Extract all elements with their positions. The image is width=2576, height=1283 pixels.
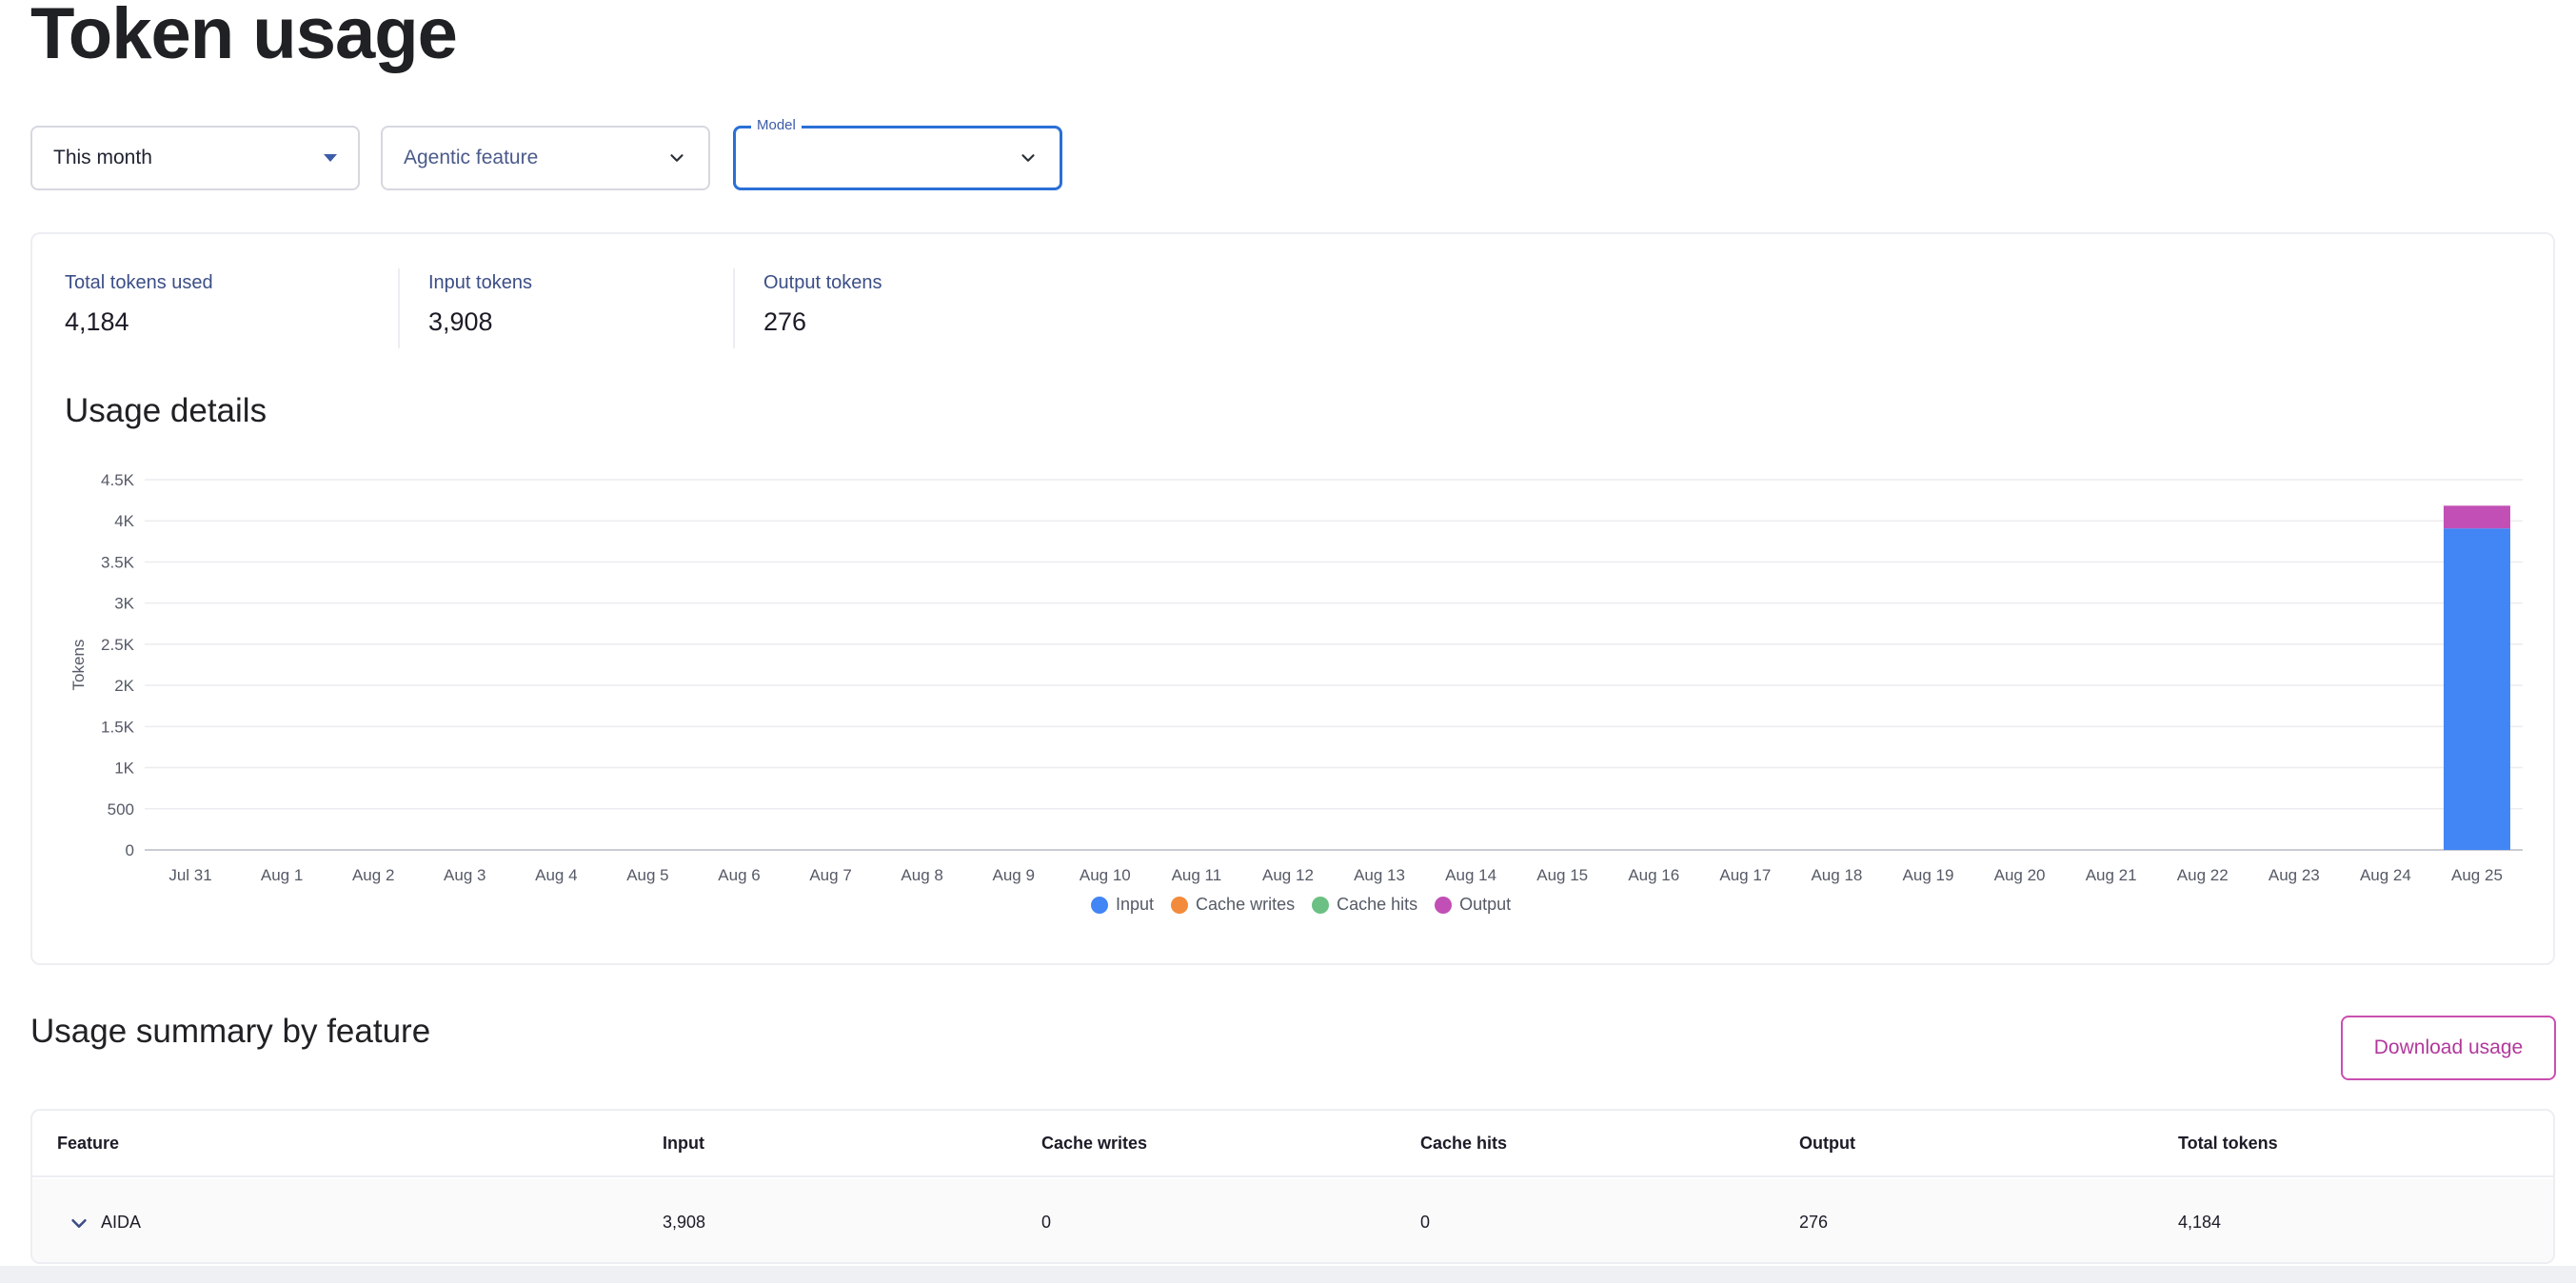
chart-legend: Input Cache writes Cache hits Output — [1091, 895, 1511, 915]
feature-name: AIDA — [101, 1213, 142, 1232]
y-axis-label: Tokens — [69, 640, 88, 691]
x-tick-label: Aug 23 — [2269, 866, 2320, 884]
legend-swatch — [1171, 896, 1189, 914]
x-tick-label: Aug 17 — [1719, 866, 1771, 884]
x-tick-label: Aug 7 — [809, 866, 851, 884]
legend-label: Output — [1459, 895, 1512, 914]
legend-label: Cache hits — [1337, 895, 1418, 914]
download-usage-button[interactable]: Download usage — [2341, 1016, 2556, 1080]
usage-summary-table: Feature Input Cache writes Cache hits Ou… — [30, 1109, 2555, 1264]
legend-swatch — [1435, 896, 1453, 914]
x-tick-label: Jul 31 — [168, 866, 211, 884]
x-tick-label: Aug 20 — [1994, 866, 2046, 884]
feature-cell: AIDA — [69, 1179, 142, 1262]
x-tick-label: Aug 8 — [901, 866, 942, 884]
x-tick-label: Aug 24 — [2360, 866, 2411, 884]
bar-segment — [2443, 528, 2510, 850]
legend-label: Input — [1116, 895, 1155, 914]
y-tick-label: 1K — [114, 760, 134, 778]
x-tick-label: Aug 13 — [1354, 866, 1405, 884]
column-header-total-tokens: Total tokens — [2178, 1133, 2278, 1153]
column-header-cache-hits: Cache hits — [1420, 1133, 1508, 1153]
column-header-feature: Feature — [57, 1133, 120, 1153]
cache-writes-cell: 0 — [1041, 1213, 1052, 1232]
cache-hits-cell: 0 — [1420, 1213, 1431, 1232]
x-tick-label: Aug 21 — [2086, 866, 2137, 884]
bar-segment — [2443, 505, 2510, 529]
x-tick-label: Aug 12 — [1262, 866, 1314, 884]
legend-item-output[interactable]: Output — [1435, 895, 1511, 915]
table-header: Feature Input Cache writes Cache hits Ou… — [32, 1111, 2553, 1177]
x-tick-label: Aug 16 — [1628, 866, 1679, 884]
x-tick-label: Aug 3 — [444, 866, 485, 884]
y-tick-label: 4.5K — [101, 471, 135, 489]
usage-summary-title: Usage summary by feature — [30, 1013, 431, 1050]
y-tick-label: 0 — [126, 841, 134, 859]
x-tick-label: Aug 6 — [718, 866, 760, 884]
y-tick-label: 2K — [114, 677, 134, 695]
bottom-scroll-edge — [0, 1266, 2576, 1283]
column-header-input: Input — [663, 1133, 704, 1153]
x-tick-label: Aug 18 — [1811, 866, 1862, 884]
y-tick-label: 3K — [114, 595, 134, 613]
legend-label: Cache writes — [1196, 895, 1296, 914]
total-tokens-cell: 4,184 — [2178, 1213, 2222, 1232]
column-header-output: Output — [1799, 1133, 1855, 1153]
chevron-down-icon[interactable] — [69, 1213, 89, 1234]
x-tick-label: Aug 15 — [1536, 866, 1588, 884]
x-tick-label: Aug 22 — [2177, 866, 2229, 884]
legend-swatch — [1312, 896, 1330, 914]
column-header-cache-writes: Cache writes — [1041, 1133, 1148, 1153]
x-tick-label: Aug 11 — [1172, 866, 1222, 884]
x-tick-label: Aug 25 — [2451, 866, 2503, 884]
y-tick-label: 1.5K — [101, 718, 135, 736]
x-tick-label: Aug 5 — [626, 866, 668, 884]
x-tick-label: Aug 14 — [1445, 866, 1496, 884]
usage-chart: 0 500 1K 1.5K 2K 2.5K 3K 3.5K 4K 4.5K Tokens Jul 31… — [69, 471, 2523, 884]
output-cell: 276 — [1799, 1213, 1829, 1232]
legend-item-cache-hits[interactable]: Cache hits — [1312, 895, 1417, 915]
x-tick-label: Aug 4 — [535, 866, 577, 884]
y-tick-label: 4K — [114, 512, 134, 530]
x-tick-label: Aug 9 — [993, 866, 1035, 884]
y-tick-label: 500 — [108, 800, 134, 819]
x-tick-label: Aug 2 — [352, 866, 394, 884]
input-cell: 3,908 — [663, 1213, 706, 1232]
legend-item-cache-writes[interactable]: Cache writes — [1171, 895, 1295, 915]
legend-item-input[interactable]: Input — [1091, 895, 1154, 915]
y-tick-label: 3.5K — [101, 553, 135, 571]
y-tick-label: 2.5K — [101, 636, 135, 654]
table-row[interactable]: AIDA 3,908 0 0 276 4,184 — [32, 1179, 2553, 1262]
x-tick-label: Aug 10 — [1080, 866, 1131, 884]
x-tick-label: Aug 1 — [261, 866, 303, 884]
x-tick-label: Aug 19 — [1903, 866, 1954, 884]
legend-swatch — [1091, 896, 1108, 914]
